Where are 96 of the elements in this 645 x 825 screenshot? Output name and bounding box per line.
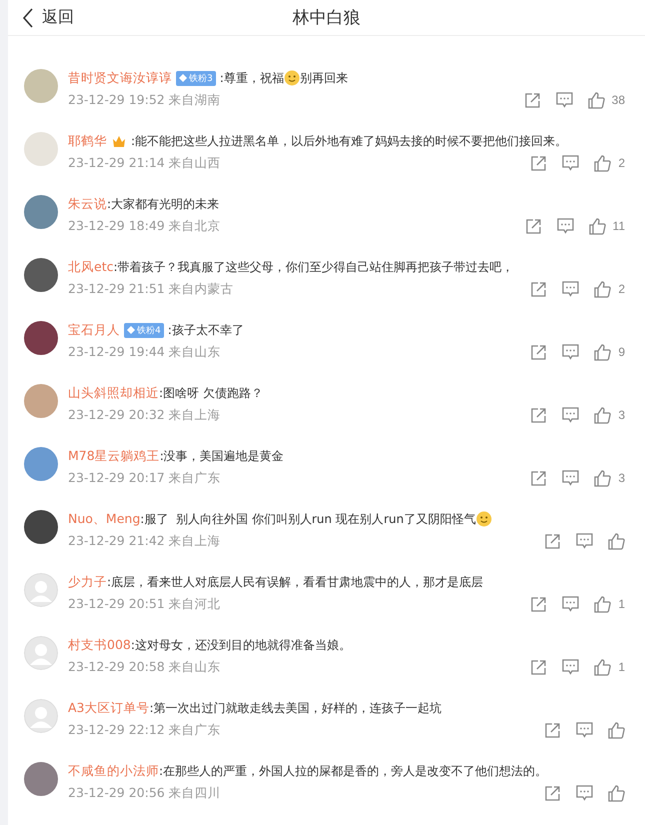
like-button[interactable]: 1 — [594, 596, 625, 612]
comment-icon[interactable] — [556, 92, 573, 108]
like-button[interactable]: 9 — [594, 344, 625, 360]
comment-text: :在那些人的严重，外国人拉的屎都是香的，旁人是改变不了他们想法的。 — [159, 762, 548, 780]
comment-text: :大家都有光明的未来 — [107, 196, 220, 212]
share-icon[interactable] — [530, 596, 548, 612]
share-icon[interactable] — [530, 470, 548, 486]
username-link[interactable]: 不咸鱼的小法师 — [68, 762, 159, 780]
like-button[interactable]: 2 — [594, 280, 625, 298]
share-icon[interactable] — [530, 280, 548, 298]
username-link[interactable]: M78星云躺鸡王 — [68, 448, 160, 464]
comment-text: :图啥呀 欠债跑路？ — [159, 384, 263, 402]
comment-text: :这对母女，还没到目的地就得准备当娘。 — [130, 636, 351, 654]
back-button[interactable]: 返回 — [22, 7, 74, 28]
comment-text: :尊重，祝福 — [220, 70, 284, 86]
like-button[interactable]: 38 — [588, 92, 625, 108]
comment-text: :孩子太不幸了 — [168, 322, 244, 338]
share-icon[interactable] — [530, 658, 548, 676]
page-title: 林中白狼 — [292, 7, 360, 29]
comment-meta: 23-12-29 20:56 来自四川 — [68, 784, 221, 802]
username-link[interactable]: 村支书008 — [68, 636, 131, 654]
username-link[interactable]: 耶鹤华 — [68, 132, 107, 150]
chevron-left-icon — [22, 8, 34, 28]
comment-icon[interactable] — [562, 659, 580, 675]
comment-icon[interactable] — [562, 407, 580, 423]
comment-icon[interactable] — [556, 218, 574, 234]
comment-icon[interactable] — [562, 596, 580, 612]
comment-text: :第一次出过门就敢走线去美国，好样的，连孩子一起坑 — [150, 700, 442, 716]
fan-level-badge: 铁粉4 — [124, 322, 164, 338]
thumbs-up-icon — [594, 596, 612, 612]
username-link[interactable]: 山头斜照却相近 — [68, 384, 159, 402]
comment-icon[interactable] — [562, 155, 580, 171]
comment-text: :没事，美国遍地是黄金 — [160, 448, 284, 464]
thumbs-up-icon — [588, 92, 605, 108]
like-button[interactable] — [608, 784, 625, 802]
avatar-photo-placeholder[interactable] — [24, 321, 58, 355]
comment-meta: 23-12-29 20:17 来自广东 — [68, 470, 221, 486]
comment-meta: 23-12-29 21:51 来自内蒙古 — [68, 280, 234, 298]
share-icon[interactable] — [530, 154, 548, 172]
comment-text: 别再回来 — [300, 70, 348, 86]
smiley-emoji-icon — [476, 511, 492, 527]
avatar-photo-placeholder[interactable] — [24, 510, 58, 544]
smiley-emoji-icon — [284, 70, 300, 86]
thumbs-up-icon — [594, 344, 612, 360]
username-link[interactable]: 朱云说 — [68, 196, 107, 212]
comment-meta: 23-12-29 20:58 来自山东 — [68, 658, 221, 676]
comment-text: :带着孩子？我真服了这些父母，你们至少得自己站住脚再把孩子带过去吧， — [113, 258, 514, 276]
comment-meta: 23-12-29 21:14 来自山西 — [68, 154, 221, 172]
thumbs-up-icon — [594, 154, 612, 172]
thumbs-up-icon — [608, 532, 625, 550]
username-link[interactable]: 宝石月人 — [68, 322, 120, 338]
username-link[interactable]: 北风etc — [68, 258, 114, 276]
comment-text: :能不能把这些人拉进黑名单，以后外地有难了妈妈去接的时候不要把他们接回来。 — [131, 132, 568, 150]
share-icon[interactable] — [530, 406, 548, 424]
comment-meta: 23-12-29 20:51 来自河北 — [68, 596, 221, 612]
username-link[interactable]: Nuo、Meng — [68, 510, 140, 528]
comment-icon[interactable] — [562, 470, 580, 486]
thumbs-up-icon — [594, 470, 612, 486]
thumbs-up-icon — [608, 722, 625, 738]
share-icon[interactable] — [524, 92, 541, 108]
username-link[interactable]: 少力子 — [68, 574, 107, 590]
thumbs-up-icon — [588, 218, 606, 234]
like-button[interactable]: 3 — [594, 470, 625, 486]
comment-icon[interactable] — [576, 533, 593, 549]
avatar-photo-placeholder[interactable] — [24, 258, 58, 292]
share-icon[interactable] — [530, 344, 548, 360]
comment-icon[interactable] — [562, 344, 580, 360]
crown-icon — [112, 134, 126, 148]
username-link[interactable]: A3大区订单号 — [68, 700, 150, 716]
share-icon[interactable] — [524, 218, 542, 234]
comment-meta: 23-12-29 19:44 来自山东 — [68, 344, 221, 360]
share-icon[interactable] — [544, 784, 561, 802]
username-link[interactable]: 昔时贤文诲汝谆谆 — [68, 70, 172, 86]
thumbs-up-icon — [594, 280, 612, 298]
comment-meta: 23-12-29 19:52 来自湖南 — [68, 92, 221, 108]
like-button[interactable]: 1 — [594, 658, 625, 676]
comment-text: :底层，看来世人对底层人民有误解，看看甘肃地震中的人，那才是底层 — [107, 574, 484, 590]
comment-meta: 23-12-29 20:32 来自上海 — [68, 406, 221, 424]
comment-icon[interactable] — [576, 785, 593, 801]
comment-icon[interactable] — [576, 722, 593, 738]
like-button[interactable] — [608, 722, 625, 738]
comment-meta: 23-12-29 21:42 来自上海 — [68, 532, 221, 550]
like-button[interactable] — [608, 532, 625, 550]
like-button[interactable]: 3 — [594, 406, 625, 424]
thumbs-up-icon — [608, 784, 625, 802]
comment-meta: 23-12-29 22:12 来自广东 — [68, 722, 221, 738]
comment-meta: 23-12-29 18:49 来自北京 — [68, 218, 221, 234]
like-button[interactable]: 2 — [594, 154, 625, 172]
fan-level-badge: 铁粉3 — [176, 70, 216, 86]
thumbs-up-icon — [594, 658, 612, 676]
comment-icon[interactable] — [562, 281, 580, 297]
share-icon[interactable] — [544, 722, 561, 738]
comment-text: :服了 别人向往外国 你们叫别人run 现在别人run了又阴阳怪气 — [140, 510, 476, 528]
thumbs-up-icon — [594, 406, 612, 424]
like-button[interactable]: 11 — [588, 218, 625, 234]
share-icon[interactable] — [544, 532, 561, 550]
